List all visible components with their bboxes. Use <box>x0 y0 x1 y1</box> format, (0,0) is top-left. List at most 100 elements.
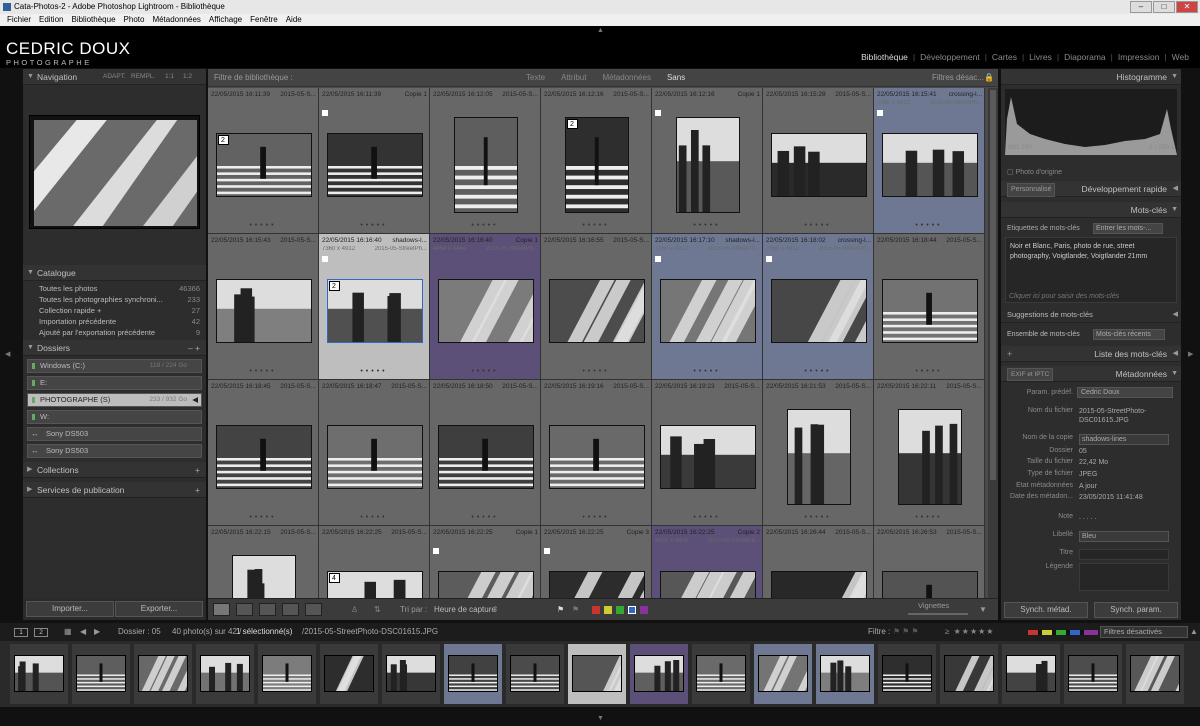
module-livres[interactable]: Livres <box>1024 52 1057 62</box>
survey-view-button[interactable] <box>282 603 299 616</box>
volume-item[interactable]: ↔ Sony DS503 <box>27 444 202 458</box>
photo-thumbnail[interactable] <box>659 425 756 489</box>
collections-header[interactable]: ▶ Collections + <box>23 462 206 478</box>
catalog-item[interactable]: Toutes les photos 46366 <box>23 283 206 294</box>
label-yellow-button[interactable] <box>604 606 612 614</box>
color-filter-chips[interactable] <box>1028 630 1098 635</box>
grid-cell[interactable]: 22/05/2015 16:12:16 2015-05-S... 4912 x 73… <box>541 88 652 234</box>
filmstrip-thumbnail[interactable] <box>72 644 130 704</box>
collapse-right-triangle-icon[interactable]: ▶ <box>1188 350 1193 358</box>
label-red-button[interactable] <box>592 606 600 614</box>
add-collection-icon[interactable]: + <box>195 462 200 478</box>
photo-thumbnail[interactable] <box>437 425 534 489</box>
module-cartes[interactable]: Cartes <box>987 52 1022 62</box>
module-web[interactable]: Web <box>1167 52 1194 62</box>
filmstrip-thumbnail[interactable] <box>630 644 688 704</box>
filmstrip-thumbnail[interactable] <box>506 644 564 704</box>
pick-flag-icon[interactable] <box>433 548 439 554</box>
photo-thumbnail[interactable] <box>675 117 740 213</box>
zoom-rempl[interactable]: REMPL. <box>131 69 155 85</box>
rating-dots[interactable]: ••••• <box>319 222 429 229</box>
grid-cell[interactable]: 22/05/2015 16:18:50 2015-05-S... 7360 x 49… <box>430 380 541 526</box>
scrollbar-thumb[interactable] <box>990 90 996 480</box>
filmstrip-thumbnail[interactable] <box>382 644 440 704</box>
module-impression[interactable]: Impression <box>1113 52 1165 62</box>
photo-thumbnail[interactable] <box>897 409 962 505</box>
photo-thumbnail[interactable] <box>215 279 312 343</box>
volume-item[interactable]: W: <box>27 410 202 424</box>
metadata-value[interactable]: 23/05/2015 11:41:48 <box>1079 493 1169 502</box>
filmstrip-thumbnail[interactable] <box>258 644 316 704</box>
rating-filter-stars[interactable]: ≥ ★★★★★ <box>945 623 994 641</box>
metadata-value[interactable]: A jour <box>1079 482 1169 491</box>
rating-dots[interactable]: ••••• <box>874 222 984 229</box>
catalog-item[interactable]: Importation précédente 42 <box>23 316 206 327</box>
photo-thumbnail[interactable] <box>215 425 312 489</box>
photo-thumbnail[interactable] <box>326 279 423 343</box>
collapse-bottom-triangle-icon[interactable]: ▼ <box>597 715 604 722</box>
folder-source[interactable]: Dossier : 05 <box>118 623 161 641</box>
grid-cell[interactable]: 22/05/2015 16:18:45 2015-05-S... 7360 x 49… <box>208 380 319 526</box>
stack-badge[interactable]: 2 <box>328 281 340 291</box>
filmstrip-thumbnail[interactable] <box>816 644 874 704</box>
people-view-button[interactable] <box>305 603 322 616</box>
collapse-left-triangle-icon[interactable]: ◀ <box>5 350 10 358</box>
filmstrip-thumbnail[interactable] <box>940 644 998 704</box>
rating-dots[interactable]: ••••• <box>652 368 762 375</box>
metadata-value[interactable]: Bleu <box>1079 531 1169 542</box>
volume-item[interactable]: Windows (C:) 118 / 224 Go <box>27 359 202 373</box>
photo-thumbnail[interactable] <box>770 133 867 197</box>
grid-icon[interactable]: ▦ <box>64 623 72 641</box>
menu-aide[interactable]: Aide <box>282 14 306 26</box>
navigator-header[interactable]: ▼ Navigation ADAPT. REMPL. 1:1 1:2 <box>23 69 206 85</box>
rating-dots[interactable]: ••••• <box>541 514 651 521</box>
grid-cell[interactable]: 22/05/2015 16:19:23 2015-05-S... 7360 x 49… <box>652 380 763 526</box>
photo-thumbnail[interactable] <box>453 117 518 213</box>
grid-cell[interactable]: 22/05/2015 16:11:39 Copie 1 6834 x 4564 201… <box>319 88 430 234</box>
rating-dots[interactable]: ••••• <box>874 514 984 521</box>
rating-dots[interactable]: ••••• <box>208 222 318 229</box>
filter-tab-sans[interactable]: Sans <box>659 69 693 87</box>
pick-flag-icon[interactable] <box>544 548 550 554</box>
rating-dots[interactable]: ••••• <box>430 222 540 229</box>
keyword-list-header[interactable]: + Liste des mots-clés ◀ <box>1001 346 1181 362</box>
menu-edition[interactable]: Edition <box>35 14 67 26</box>
grid-cell[interactable]: 22/05/2015 16:11:39 2015-05-S... 7360 x 49… <box>208 88 319 234</box>
flag-pick-icon[interactable]: ⚑ <box>557 599 564 621</box>
rating-dots[interactable]: ••••• <box>652 514 762 521</box>
volume-item[interactable]: ↔ Sony DS503 <box>27 427 202 441</box>
rating-dots[interactable]: ••••• <box>763 514 873 521</box>
pick-flag-icon[interactable] <box>877 110 883 116</box>
grid-cell[interactable]: 22/05/2015 16:22:25 Copie 3 4912 x 3930 201… <box>541 526 652 598</box>
rating-dots[interactable]: ••••• <box>430 514 540 521</box>
photo-thumbnail[interactable] <box>786 409 851 505</box>
quick-develop-header[interactable]: Personnalisé Développement rapide ◀ <box>1001 181 1181 197</box>
filmstrip-thumbnail[interactable] <box>754 644 812 704</box>
rating-dots[interactable]: ••••• <box>319 368 429 375</box>
add-publish-icon[interactable]: + <box>195 482 200 498</box>
add-keyword-icon[interactable]: + <box>1007 346 1012 362</box>
grid-cell[interactable]: 22/05/2015 16:12:16 Copie 1 4912 x 6548 201… <box>652 88 763 234</box>
zoom-1-2[interactable]: 1:2 <box>183 69 192 85</box>
filter-tab-metadonnees[interactable]: Métadonnées <box>594 69 658 87</box>
catalog-item[interactable]: Ajouté par l'exportation précédente 9 <box>23 327 206 338</box>
window-1-button[interactable]: 1 <box>14 628 28 637</box>
metadata-value[interactable]: shadows-lines <box>1079 434 1169 445</box>
minimize-button[interactable]: – <box>1130 1 1152 13</box>
publish-header[interactable]: ▶ Services de publication + <box>23 482 206 498</box>
grid-cell[interactable]: 22/05/2015 16:18:44 2015-05-S... 7360 x 49… <box>874 234 985 380</box>
photo-thumbnail[interactable] <box>770 279 867 343</box>
grid-cell[interactable]: 22/05/2015 16:15:28 2015-05-S... 7360 x 49… <box>763 88 874 234</box>
sync-metadata-button[interactable]: Synch. métad. <box>1004 602 1088 618</box>
label-purple-button[interactable] <box>640 606 648 614</box>
stack-badge[interactable]: 2 <box>217 135 229 145</box>
grid-cell[interactable]: 22/05/2015 16:21:53 2015-05-S... 4912 x 73… <box>763 380 874 526</box>
grid-cell[interactable]: 22/05/2015 16:22:11 2015-05-S... 4912 x 73… <box>874 380 985 526</box>
grid-cell[interactable]: 22/05/2015 16:22:25 Copie 2 4801 x 4801 201… <box>652 526 763 598</box>
catalog-header[interactable]: ▼ Catalogue <box>23 265 206 281</box>
rating-dots[interactable]: ••••• <box>652 222 762 229</box>
sync-settings-button[interactable]: Synch. param. <box>1094 602 1178 618</box>
metadata-value[interactable] <box>1079 549 1169 560</box>
photo-thumbnail[interactable] <box>881 571 978 598</box>
filter-tab-texte[interactable]: Texte <box>518 69 553 87</box>
